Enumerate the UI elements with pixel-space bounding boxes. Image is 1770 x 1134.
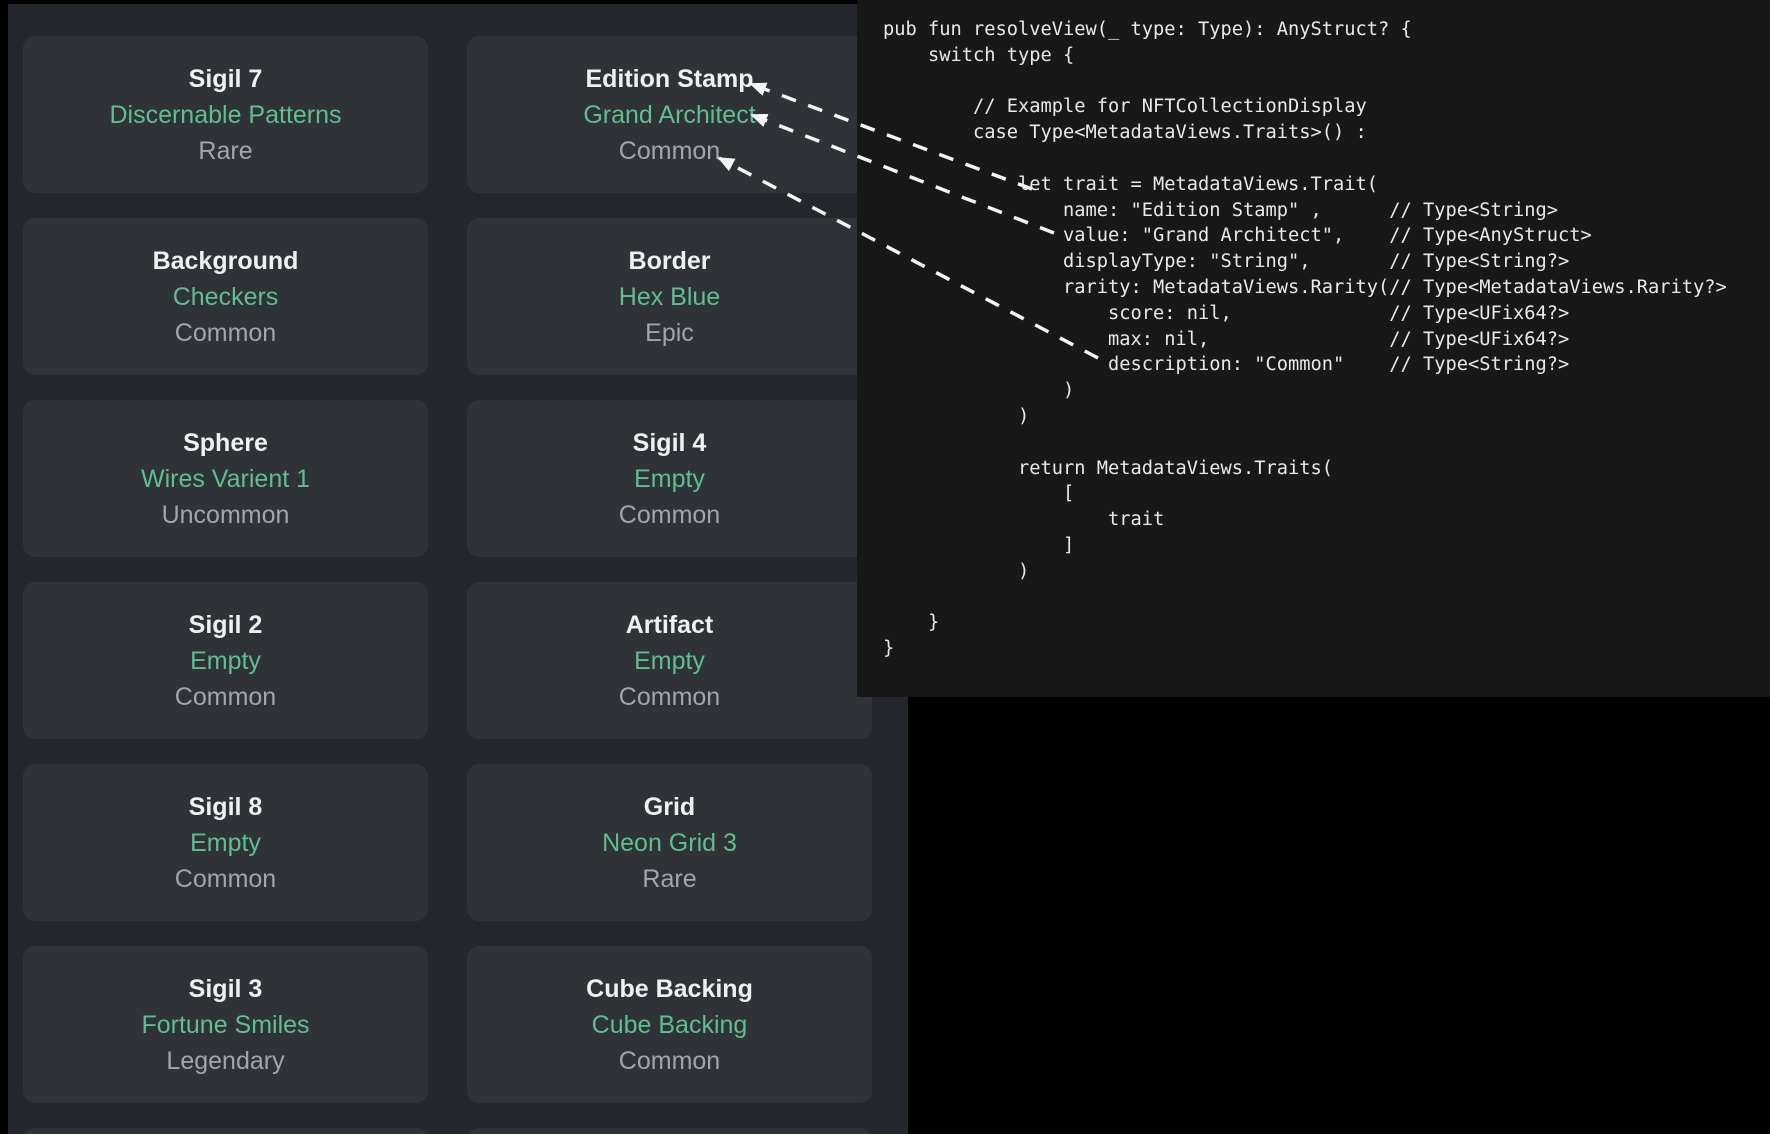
trait-card: Border Hex Blue Epic bbox=[467, 218, 872, 375]
trait-name: Sphere bbox=[183, 425, 268, 461]
trait-name: Sigil 3 bbox=[189, 971, 263, 1007]
code-panel: pub fun resolveView(_ type: Type): AnySt… bbox=[857, 0, 1770, 697]
trait-card: Artifact Empty Common bbox=[467, 582, 872, 739]
trait-card bbox=[23, 1128, 428, 1134]
trait-value: Grand Architect bbox=[583, 97, 755, 133]
trait-card: Sphere Wires Varient 1 Uncommon bbox=[23, 400, 428, 557]
trait-value: Empty bbox=[634, 461, 705, 497]
trait-name: Edition Stamp bbox=[585, 61, 753, 97]
trait-card: Background Checkers Common bbox=[23, 218, 428, 375]
trait-card: Sigil 8 Empty Common bbox=[23, 764, 428, 921]
trait-card: Sigil 7 Discernable Patterns Rare bbox=[23, 36, 428, 193]
trait-rarity: Legendary bbox=[166, 1043, 284, 1079]
trait-name: Grid bbox=[644, 789, 695, 825]
trait-name: Sigil 8 bbox=[189, 789, 263, 825]
code-block: pub fun resolveView(_ type: Type): AnySt… bbox=[857, 0, 1770, 662]
trait-rarity: Common bbox=[175, 315, 276, 351]
trait-rarity: Rare bbox=[642, 861, 696, 897]
trait-card: Sigil 4 Empty Common bbox=[467, 400, 872, 557]
stage: Sigil 7 Discernable Patterns Rare Editio… bbox=[0, 0, 1770, 1134]
trait-value: Discernable Patterns bbox=[109, 97, 341, 133]
trait-rarity: Uncommon bbox=[162, 497, 290, 533]
trait-card: Edition Stamp Grand Architect Common bbox=[467, 36, 872, 193]
trait-value: Fortune Smiles bbox=[141, 1007, 309, 1043]
trait-rarity: Epic bbox=[645, 315, 694, 351]
trait-card: Cube Backing Cube Backing Common bbox=[467, 946, 872, 1103]
trait-name: Border bbox=[629, 243, 711, 279]
trait-rarity: Common bbox=[175, 679, 276, 715]
trait-rarity: Common bbox=[175, 861, 276, 897]
trait-rarity: Common bbox=[619, 1043, 720, 1079]
trait-name: Sigil 4 bbox=[633, 425, 707, 461]
trait-name: Sigil 7 bbox=[189, 61, 263, 97]
trait-card: Sigil 3 Fortune Smiles Legendary bbox=[23, 946, 428, 1103]
trait-card: Sigil 2 Empty Common bbox=[23, 582, 428, 739]
trait-value: Cube Backing bbox=[592, 1007, 748, 1043]
trait-value: Hex Blue bbox=[619, 279, 720, 315]
trait-rarity: Rare bbox=[198, 133, 252, 169]
trait-value: Empty bbox=[634, 643, 705, 679]
trait-rarity: Common bbox=[619, 133, 720, 169]
trait-name: Sigil 2 bbox=[189, 607, 263, 643]
trait-value: Checkers bbox=[173, 279, 279, 315]
trait-name: Cube Backing bbox=[586, 971, 753, 1007]
trait-value: Empty bbox=[190, 825, 261, 861]
trait-card bbox=[467, 1128, 872, 1134]
traits-scroll-area[interactable]: Sigil 7 Discernable Patterns Rare Editio… bbox=[8, 4, 908, 1134]
trait-value: Neon Grid 3 bbox=[602, 825, 737, 861]
nft-traits-panel: Sigil 7 Discernable Patterns Rare Editio… bbox=[8, 4, 908, 1134]
trait-card: Grid Neon Grid 3 Rare bbox=[467, 764, 872, 921]
trait-name: Artifact bbox=[626, 607, 714, 643]
trait-value: Wires Varient 1 bbox=[141, 461, 310, 497]
trait-name: Background bbox=[153, 243, 299, 279]
trait-rarity: Common bbox=[619, 679, 720, 715]
trait-rarity: Common bbox=[619, 497, 720, 533]
trait-value: Empty bbox=[190, 643, 261, 679]
